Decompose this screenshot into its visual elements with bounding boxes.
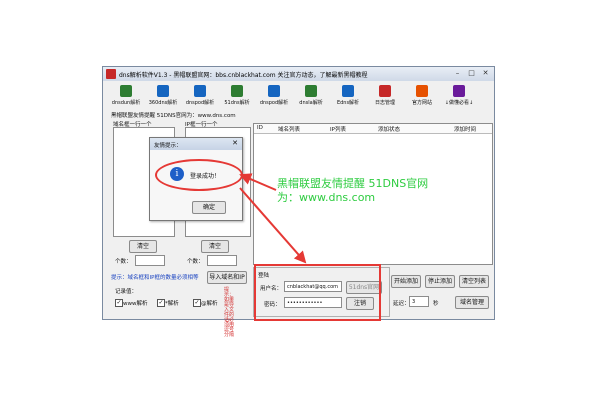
annotation-line-2: 为：www.dns.com <box>277 191 376 204</box>
